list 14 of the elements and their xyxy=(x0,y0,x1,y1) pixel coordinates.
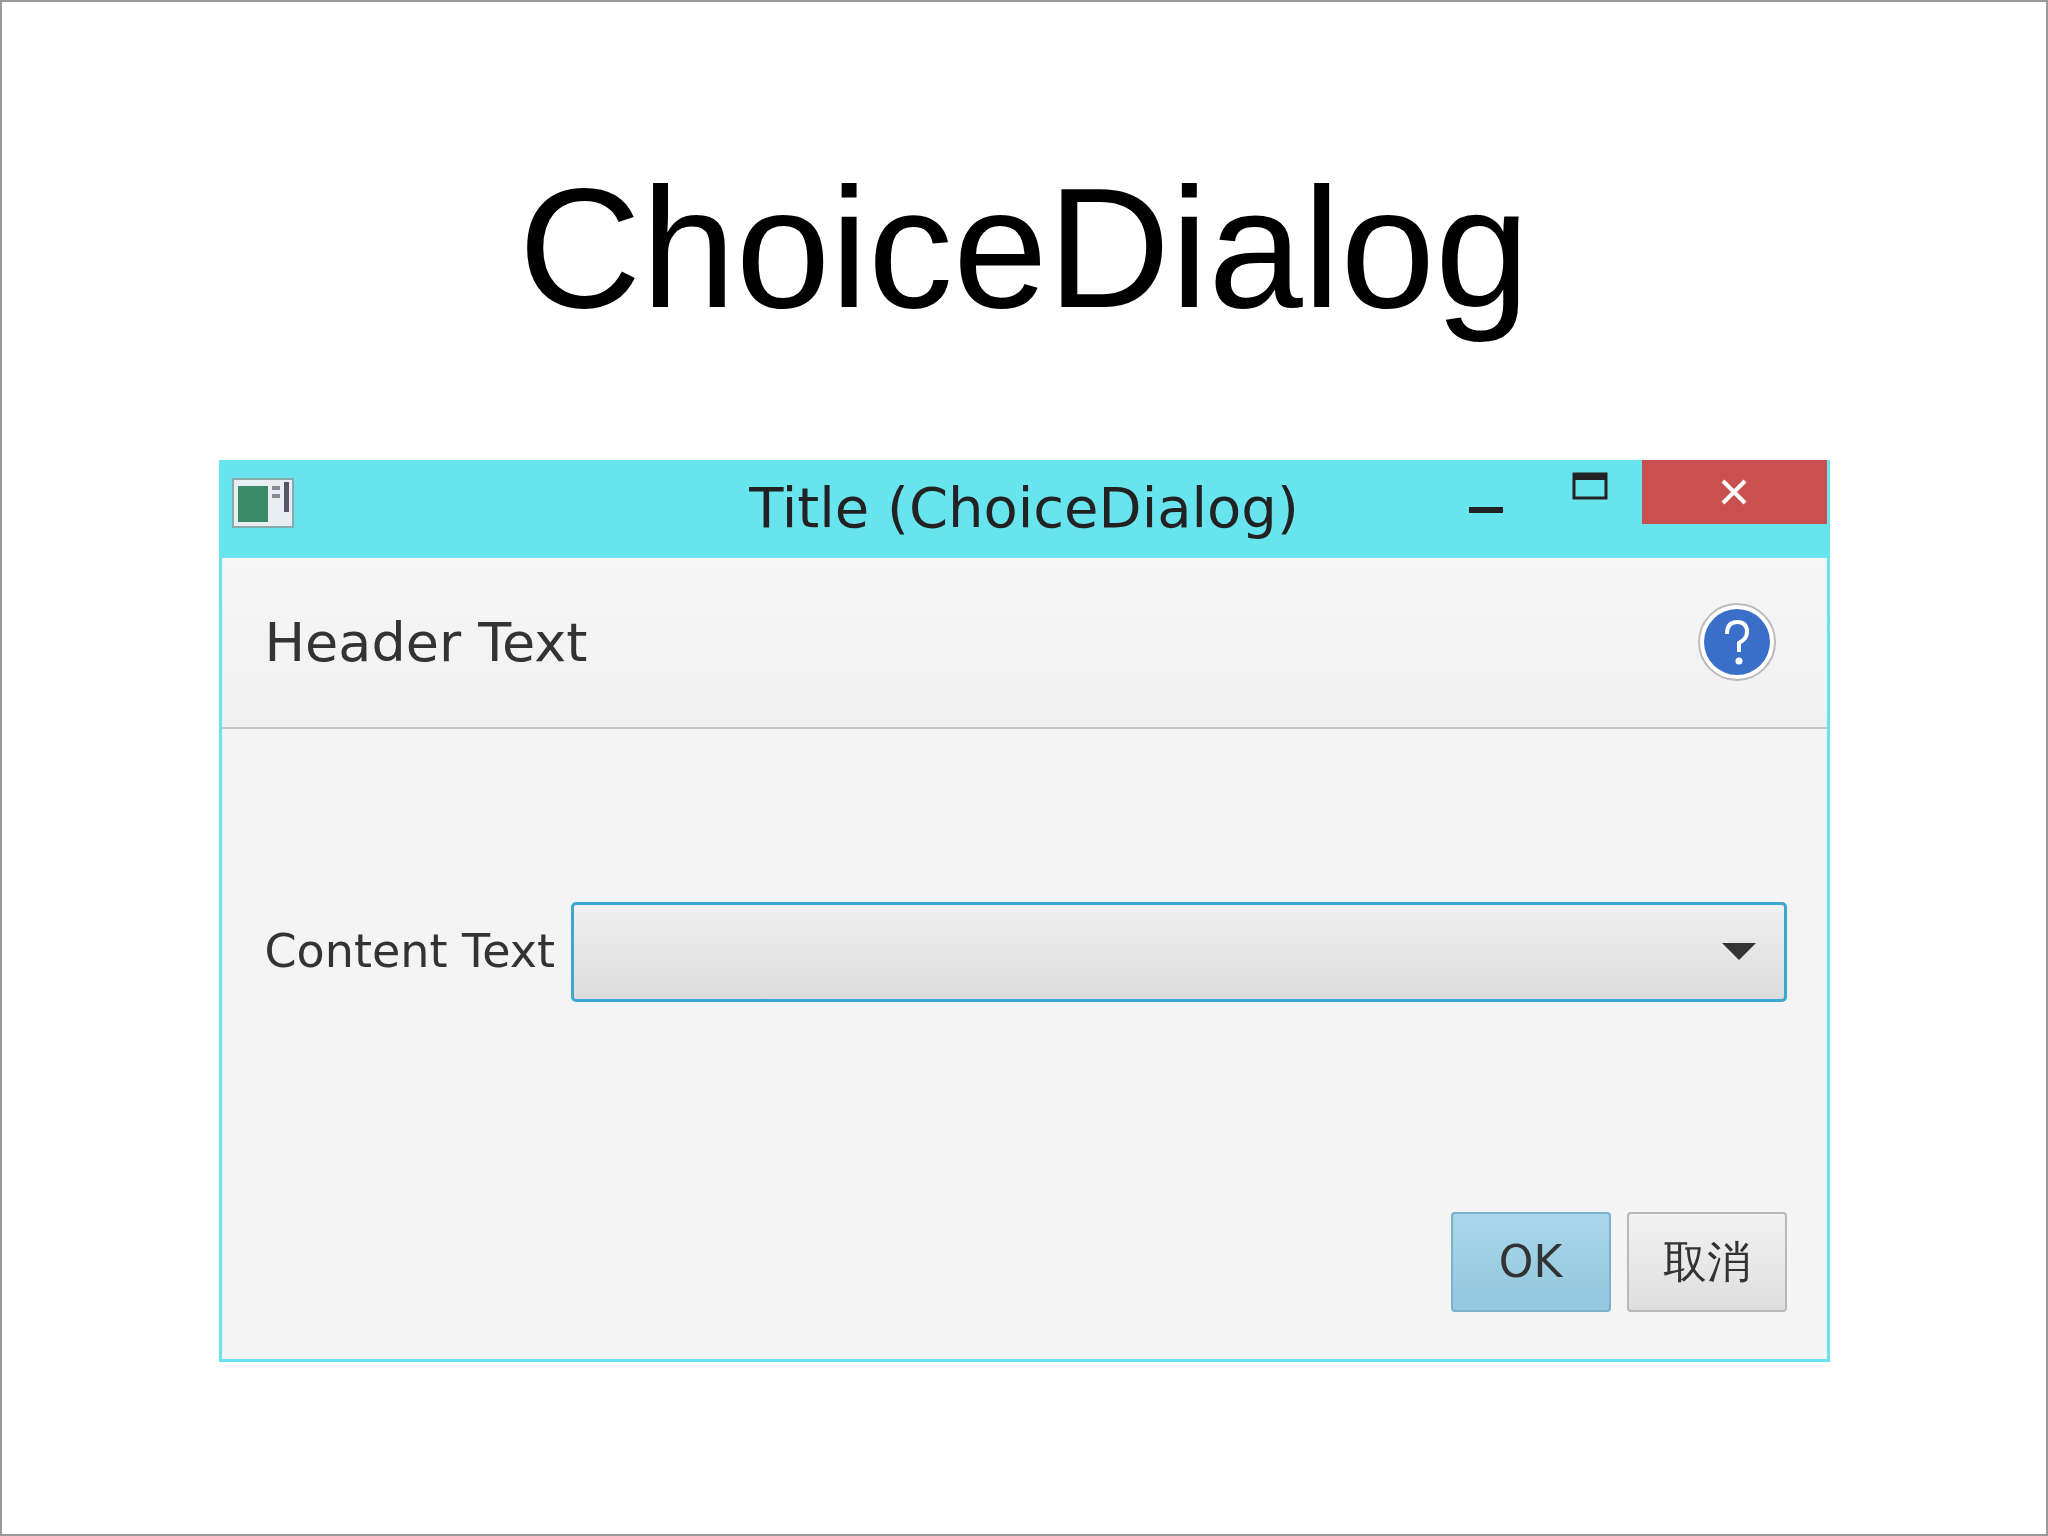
dialog-button[interactable]: OK xyxy=(1450,1211,1611,1312)
maximize-icon xyxy=(1571,471,1608,500)
window-title: Title (ChoiceDialog) xyxy=(749,473,1299,542)
dialog-button[interactable]: 取消 xyxy=(1626,1211,1787,1312)
minimize-icon xyxy=(1468,505,1503,514)
app-icon xyxy=(231,477,294,528)
content-label: Content Text xyxy=(264,923,556,980)
caret-icon xyxy=(1721,942,1756,961)
header-text: Header Text xyxy=(264,609,588,676)
choice-dropdown[interactable] xyxy=(571,901,1787,1002)
close-icon xyxy=(1720,477,1748,506)
close-button[interactable] xyxy=(1641,459,1827,524)
slide-title: ChoiceDialog xyxy=(518,152,1530,345)
help-icon xyxy=(1696,602,1777,682)
